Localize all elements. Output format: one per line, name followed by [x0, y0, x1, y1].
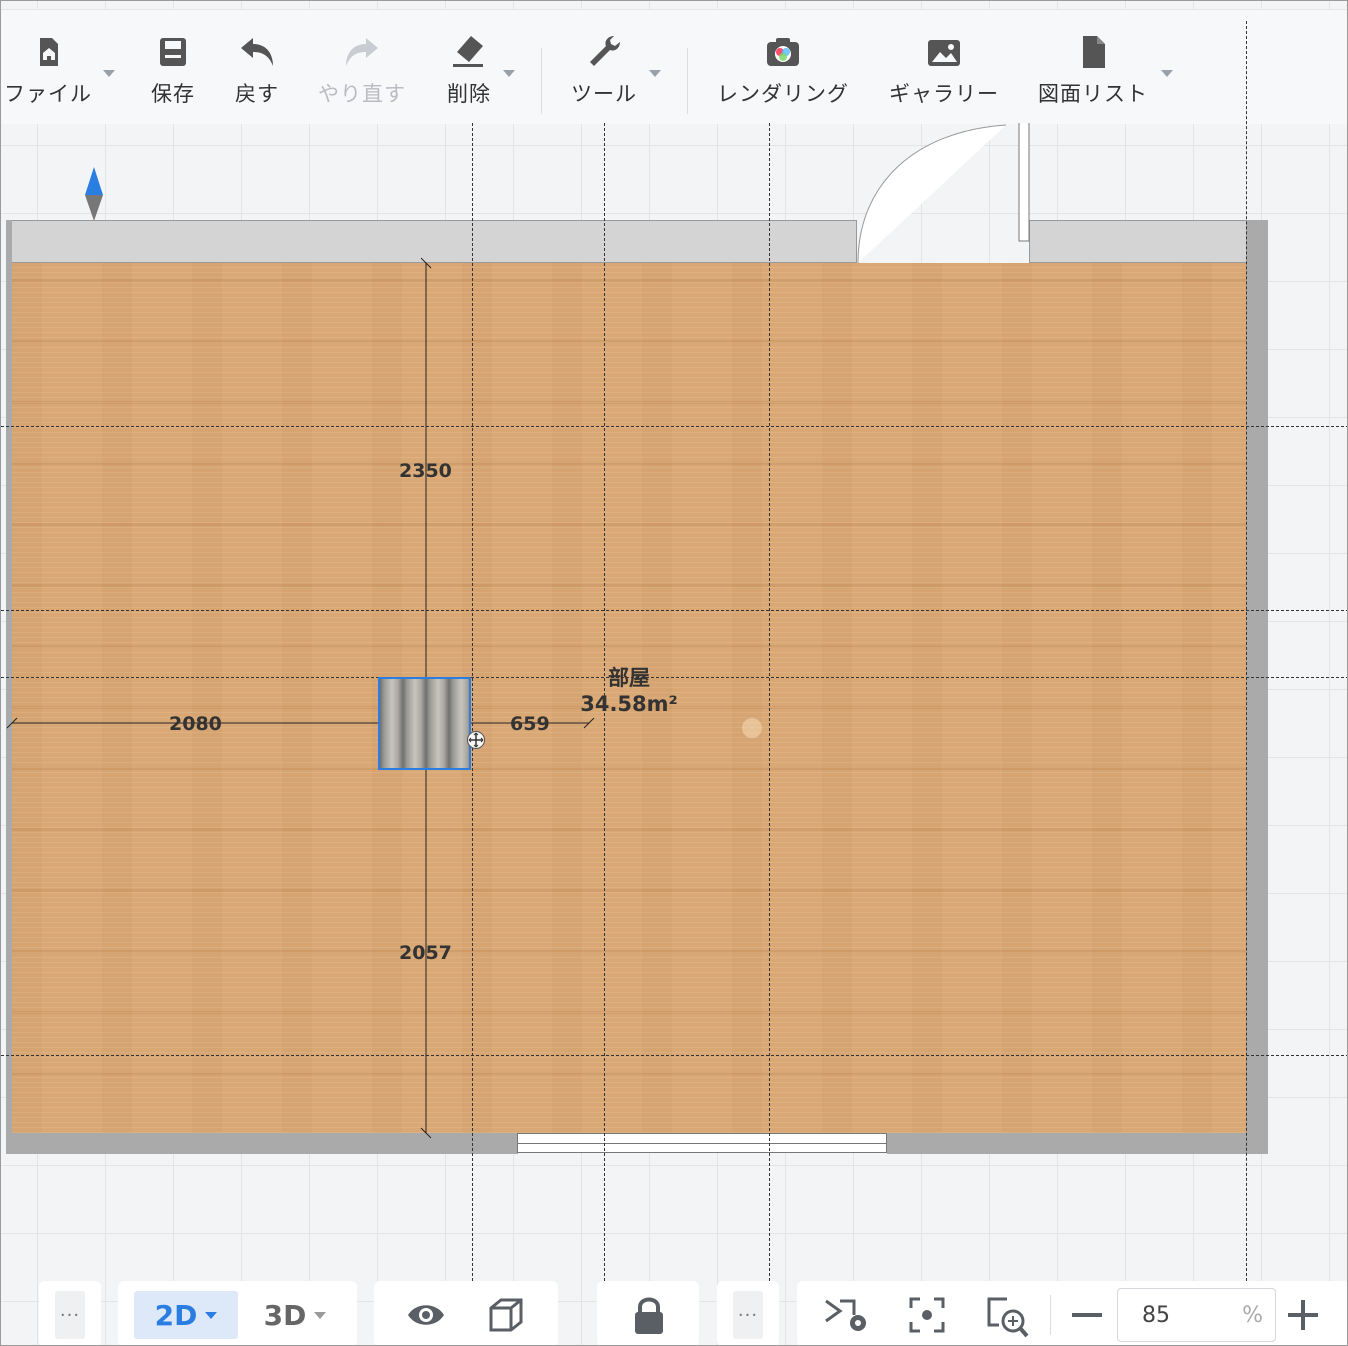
move-handle-icon[interactable]: [467, 731, 485, 749]
app-window: ファイル 保存 戻す やり直す 削除 ツール レンダリング ギャラリー 図面リス…: [0, 0, 1348, 1346]
lock-icon: [635, 1297, 663, 1334]
zoom-value: 85: [1142, 1303, 1170, 1328]
view-settings-button[interactable]: [823, 1293, 871, 1337]
zoom-in-button[interactable]: [1283, 1293, 1323, 1337]
room-name: 部屋: [608, 666, 650, 690]
focus-button[interactable]: [903, 1293, 951, 1337]
snap-point: [742, 718, 762, 738]
zoom-search-icon: [987, 1297, 1029, 1338]
eye-icon: [408, 1305, 444, 1325]
dimension-top[interactable]: 2350: [399, 460, 452, 482]
view-2d-label: 2D: [154, 1298, 198, 1332]
compass-north-icon[interactable]: [83, 167, 105, 223]
display-group: [374, 1281, 558, 1345]
zoom-out-button[interactable]: [1067, 1293, 1107, 1337]
focus-icon: [909, 1297, 945, 1333]
lock-button[interactable]: [625, 1291, 673, 1339]
dimension-left[interactable]: 2080: [169, 713, 222, 735]
zoom-unit: %: [1242, 1303, 1263, 1328]
chevron-down-icon: [205, 1311, 218, 1319]
camera-settings-icon: [825, 1299, 866, 1331]
zoom-separator: [1050, 1295, 1051, 1335]
selected-furniture[interactable]: [378, 677, 471, 770]
chevron-down-icon: [314, 1311, 327, 1319]
view-3d-button[interactable]: 3D: [250, 1291, 340, 1339]
room-label[interactable]: 部屋 34.58m²: [561, 665, 697, 717]
minus-icon: [1072, 1313, 1102, 1317]
plus-icon: [1288, 1300, 1318, 1330]
view-2d-button[interactable]: 2D: [134, 1291, 238, 1339]
more-group-left: ···: [39, 1281, 101, 1345]
lock-group: [597, 1281, 699, 1345]
more-button[interactable]: ···: [55, 1291, 85, 1339]
more-button[interactable]: ···: [733, 1291, 763, 1339]
dimension-right[interactable]: 659: [510, 713, 550, 735]
view-3d-label: 3D: [263, 1298, 307, 1332]
zoom-input[interactable]: 85 %: [1117, 1288, 1276, 1342]
zoom-fit-button[interactable]: [983, 1293, 1031, 1341]
cube-icon: [489, 1298, 523, 1332]
more-group-right: ···: [717, 1281, 779, 1345]
room-area: 34.58m²: [580, 692, 678, 716]
dimension-bottom[interactable]: 2057: [399, 942, 452, 964]
box-view-button[interactable]: [482, 1293, 530, 1337]
view-mode-group: 2D 3D: [118, 1281, 357, 1345]
visibility-button[interactable]: [402, 1293, 450, 1337]
